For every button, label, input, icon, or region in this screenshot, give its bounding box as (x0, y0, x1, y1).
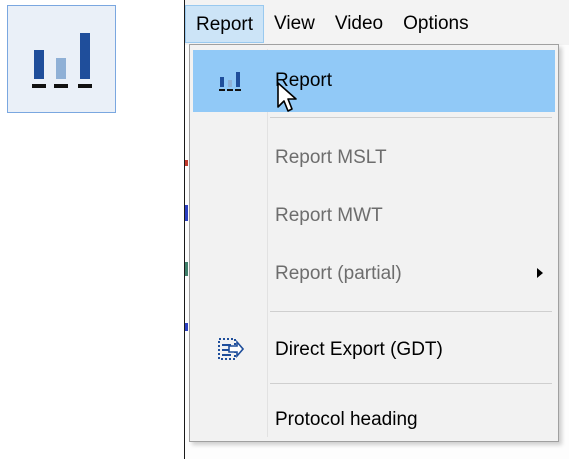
menu-item-report-mwt[interactable]: Report MWT (193, 185, 555, 247)
menu-item-icon-cell (193, 319, 267, 381)
menu-item-report[interactable]: Report (193, 50, 555, 112)
menu-item-label: Report (partial) (275, 263, 402, 284)
menu-item-label: Direct Export (GDT) (275, 339, 443, 360)
menu-item-icon-cell (193, 50, 267, 112)
menu-separator (270, 117, 552, 118)
menu-item-label: Report MSLT (275, 147, 387, 168)
menu-item-report-partial[interactable]: Report (partial) (193, 243, 555, 305)
menu-options[interactable]: Options (393, 5, 478, 43)
report-toolbar-button[interactable] (7, 5, 116, 113)
mouse-cursor-icon (276, 81, 298, 120)
menu-item-icon-cell (193, 185, 267, 247)
report-dropdown-menu: Report Report MSLT Report MWT Report (pa… (189, 44, 559, 442)
export-icon (218, 338, 244, 360)
menu-separator (270, 383, 552, 384)
menu-item-protocol-heading[interactable]: Protocol heading (193, 389, 555, 451)
menu-report[interactable]: Report (185, 4, 265, 43)
menu-video[interactable]: Video (325, 5, 393, 43)
menu-item-icon-cell (193, 243, 267, 305)
submenu-arrow-icon (537, 268, 543, 278)
menu-item-icon-cell (193, 389, 267, 451)
menu-item-label: Report MWT (275, 205, 383, 226)
menu-item-icon-cell (193, 127, 267, 189)
bar-chart-icon (32, 33, 92, 88)
menu-item-label: Protocol heading (275, 409, 418, 430)
menu-item-report-mslt[interactable]: Report MSLT (193, 127, 555, 189)
bar-chart-icon (219, 72, 241, 91)
menu-item-direct-export[interactable]: Direct Export (GDT) (193, 319, 555, 381)
menubar: Report View Video Options (184, 0, 569, 45)
menu-view[interactable]: View (264, 5, 325, 43)
menu-separator (270, 311, 552, 312)
